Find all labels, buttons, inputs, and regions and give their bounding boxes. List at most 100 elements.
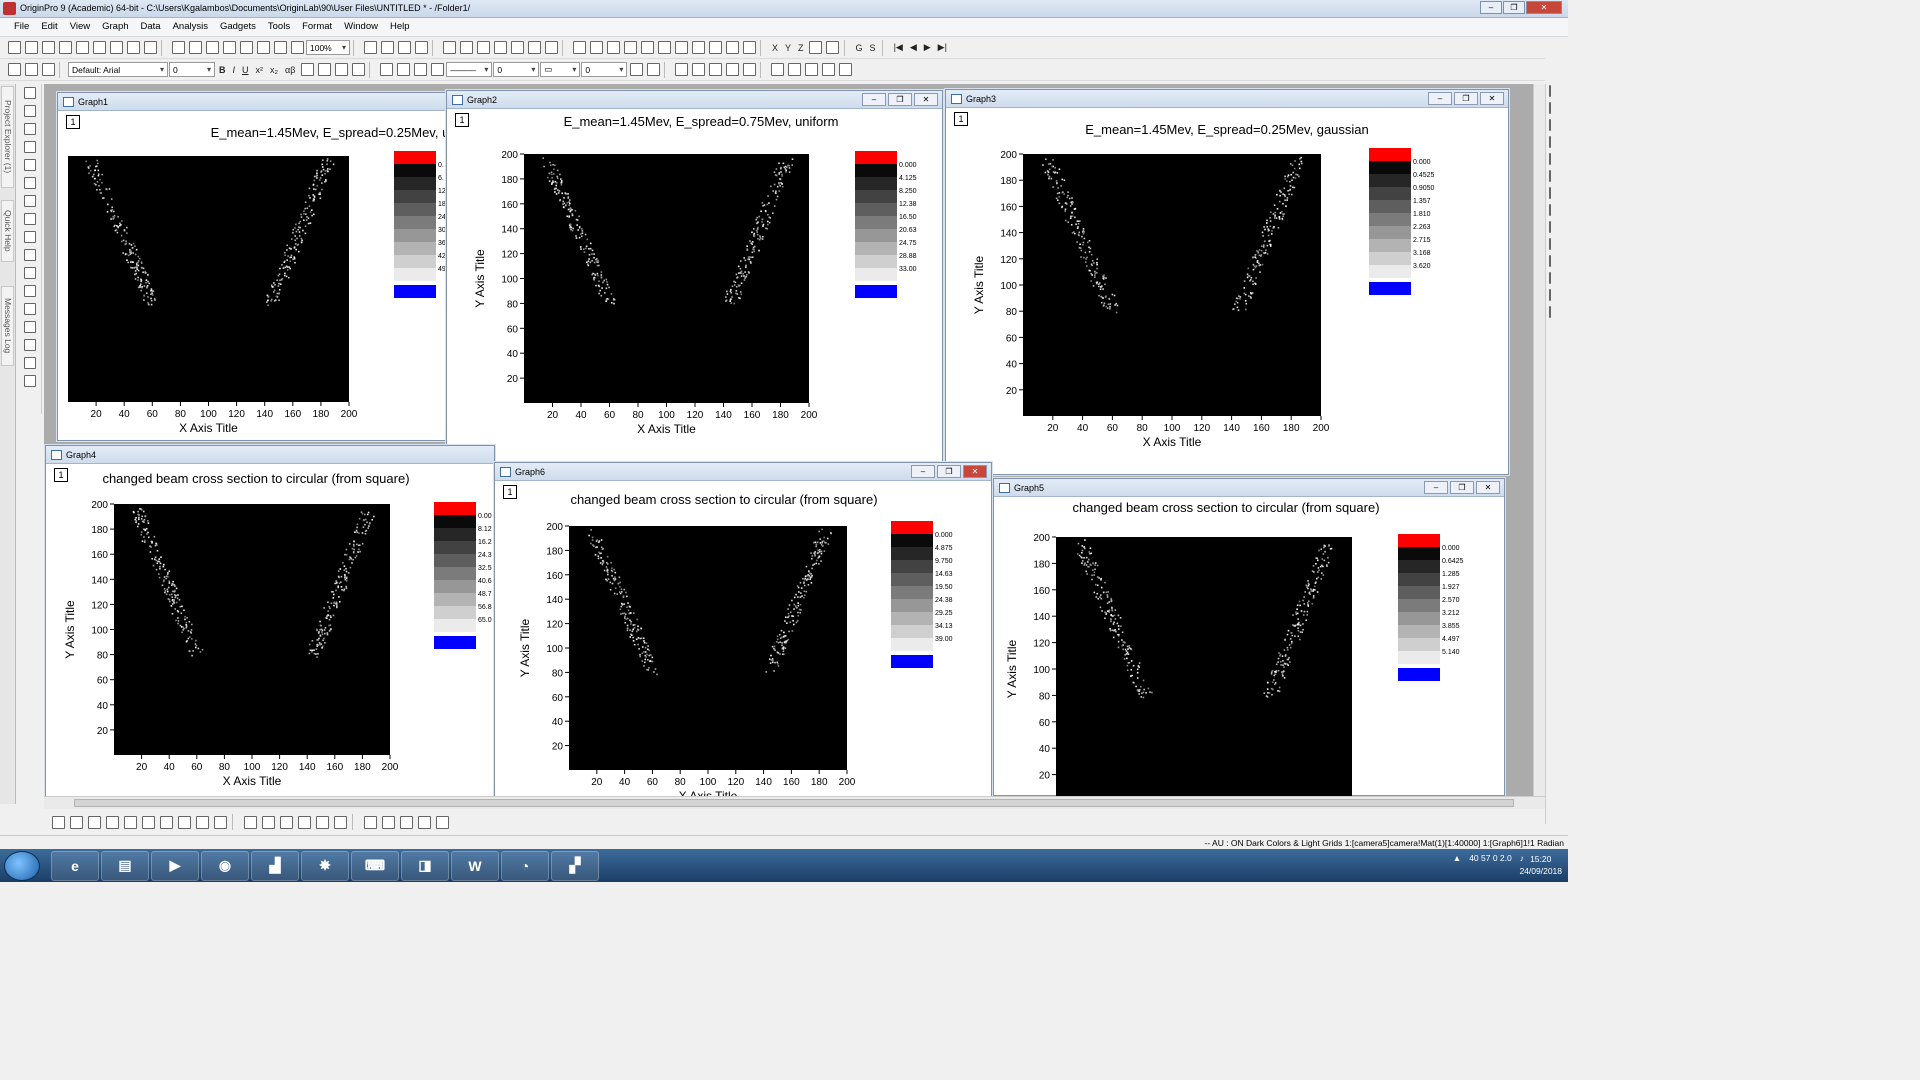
zoom-out-icon[interactable] — [22, 123, 37, 138]
graph-title[interactable]: E_mean=1.45Mev, E_spread=0.25Mev, gaussi… — [1085, 122, 1369, 137]
graph-minimize-button[interactable]: – — [862, 93, 886, 106]
link-icon[interactable] — [1549, 307, 1565, 322]
greek-icon[interactable]: αβ — [282, 65, 298, 75]
graph-window-active[interactable]: Graph6 – ❐ ✕ 1 changed beam cross sectio… — [494, 462, 993, 798]
menu-tools[interactable]: Tools — [262, 18, 296, 36]
line-color-icon[interactable] — [412, 62, 428, 78]
contour-icon[interactable] — [122, 814, 138, 830]
graph-title[interactable]: changed beam cross section to circular (… — [570, 492, 877, 507]
scroll-thumb[interactable] — [74, 799, 1514, 807]
new-project-icon[interactable] — [6, 40, 22, 56]
image-convert-icon[interactable] — [434, 814, 450, 830]
zoom-in-icon[interactable] — [22, 105, 37, 120]
y-axis-title[interactable]: Y Axis Title — [972, 255, 986, 314]
graph-window[interactable]: Graph1 1 E_mean=1.45Mev, E_spread=0.25Me… — [57, 92, 452, 441]
save-icon[interactable] — [221, 40, 237, 56]
pattern-icon[interactable] — [395, 62, 411, 78]
subscript-icon[interactable]: x₂ — [267, 65, 281, 75]
box-chart-icon[interactable] — [194, 814, 210, 830]
italic-icon[interactable]: I — [230, 65, 239, 75]
rescale-icon[interactable] — [1549, 86, 1565, 101]
restore-button[interactable]: ❐ — [1503, 1, 1525, 14]
line-symbol-icon[interactable] — [86, 814, 102, 830]
next-page-icon[interactable]: ▶ — [921, 42, 934, 53]
color-scale-legend[interactable]: 0. 6. 12 18 24 30 36 42 49 — [394, 151, 446, 298]
graph-plot-canvas[interactable]: E_mean=1.45Mev, E_spread=0.75Mev, unifor… — [447, 109, 944, 469]
y-axis-title[interactable]: Y Axis Title — [518, 618, 532, 677]
graph-restore-button[interactable]: ❐ — [888, 93, 912, 106]
color-scale-legend[interactable]: 0.000 4.125 8.250 12.38 16.50 20.63 24.75 28.88… — [855, 151, 917, 298]
horizontal-scrollbar[interactable] — [44, 796, 1545, 809]
line-width-select[interactable]: 0 — [493, 62, 540, 77]
border-select[interactable]: ▭ — [540, 62, 581, 77]
image-plot-icon[interactable] — [314, 814, 330, 830]
scatter-plot-icon[interactable] — [68, 814, 84, 830]
pan-icon[interactable] — [22, 303, 37, 318]
graph-plot-canvas[interactable]: changed beam cross section to circular (… — [495, 481, 993, 798]
project-explorer-icon[interactable] — [492, 40, 508, 56]
ungroup-objects-icon[interactable] — [724, 62, 740, 78]
graph-title-bar[interactable]: Graph2 – ❐ ✕ — [447, 91, 942, 109]
graph-title[interactable]: changed beam cross section to circular (… — [102, 471, 409, 486]
new-graph-icon[interactable] — [74, 40, 90, 56]
disregard-icon[interactable] — [825, 40, 841, 56]
image-window-icon[interactable] — [398, 814, 414, 830]
table-icon[interactable] — [1549, 273, 1565, 288]
table-format-icon[interactable] — [645, 62, 661, 78]
zoom-select[interactable]: 100% — [306, 40, 350, 55]
graph-window[interactable]: Graph2 – ❐ ✕ 1 E_mean=1.45Mev, E_spread=… — [446, 90, 943, 468]
menu-help[interactable]: Help — [384, 18, 416, 36]
clock-icon[interactable] — [1549, 256, 1565, 271]
graph-title-bar[interactable]: Graph6 – ❐ ✕ — [495, 463, 991, 481]
data-selector-icon[interactable] — [22, 177, 37, 192]
graph-plot-canvas[interactable]: changed beam cross section to circular (… — [46, 464, 496, 798]
set-y-button[interactable]: Y — [782, 43, 794, 53]
align-top-icon[interactable] — [803, 62, 819, 78]
highlight-icon[interactable] — [690, 62, 706, 78]
quick-help-tab[interactable]: Quick Help — [1, 200, 14, 262]
image-profile-icon[interactable] — [362, 814, 378, 830]
font-select[interactable]: Default: Arial — [68, 62, 168, 77]
app6-icon[interactable]: ✸ — [301, 850, 349, 881]
app11-icon[interactable]: ▞ — [551, 850, 599, 881]
line-tool-icon[interactable] — [22, 267, 37, 282]
mask-icon[interactable] — [22, 213, 37, 228]
new-matrix-icon[interactable] — [91, 40, 107, 56]
add-color-scale-icon[interactable] — [1549, 137, 1565, 152]
graph-close-button[interactable]: ✕ — [1480, 92, 1504, 105]
custom-routine-icon[interactable] — [413, 40, 429, 56]
grid-pattern-icon[interactable] — [628, 62, 644, 78]
project-explorer-tab[interactable]: Project Explorer (1) — [1, 86, 14, 188]
insert-graph-icon[interactable] — [22, 357, 37, 372]
new-notes-icon[interactable] — [142, 40, 158, 56]
underline-icon[interactable]: U — [239, 65, 252, 75]
add-legend-icon[interactable] — [1549, 120, 1565, 135]
close-button[interactable]: ✕ — [1526, 1, 1562, 14]
statistics-icon[interactable] — [571, 40, 587, 56]
cut-icon[interactable] — [6, 62, 22, 78]
new-workbook-icon[interactable] — [40, 40, 56, 56]
multi-axis-icon[interactable] — [140, 814, 156, 830]
3d-surface-icon[interactable] — [242, 814, 258, 830]
image-plot-area[interactable] — [114, 504, 390, 755]
graph-title[interactable]: E_mean=1.45Mev, E_spread=0.25Mev, unifor… — [211, 125, 452, 140]
new-excel-icon[interactable] — [57, 40, 73, 56]
vertical-scrollbar[interactable] — [1533, 84, 1545, 796]
graph-close-button[interactable]: ✕ — [914, 93, 938, 106]
y-axis-title[interactable]: Y Axis Title — [1005, 639, 1019, 698]
filter-clear-icon[interactable] — [724, 40, 740, 56]
image-gray-icon[interactable] — [416, 814, 432, 830]
align-left-icon[interactable] — [769, 62, 785, 78]
label-icon[interactable] — [808, 40, 824, 56]
x-axis-title[interactable]: X Axis Title — [179, 421, 238, 435]
bar-chart-icon[interactable] — [673, 40, 689, 56]
arrow-tool-icon[interactable] — [22, 249, 37, 264]
new-layout-icon[interactable] — [125, 40, 141, 56]
set-z-button[interactable]: Z — [795, 43, 807, 53]
extract-icon[interactable] — [1549, 188, 1565, 203]
template-icon[interactable] — [212, 814, 228, 830]
draw-data-icon[interactable] — [22, 339, 37, 354]
front-icon[interactable] — [741, 62, 757, 78]
first-page-icon[interactable]: |◀ — [891, 42, 906, 53]
color-scale-legend[interactable]: 0.000 0.6425 1.285 1.927 2.570 3.212 3.855 4.49… — [1398, 534, 1464, 681]
